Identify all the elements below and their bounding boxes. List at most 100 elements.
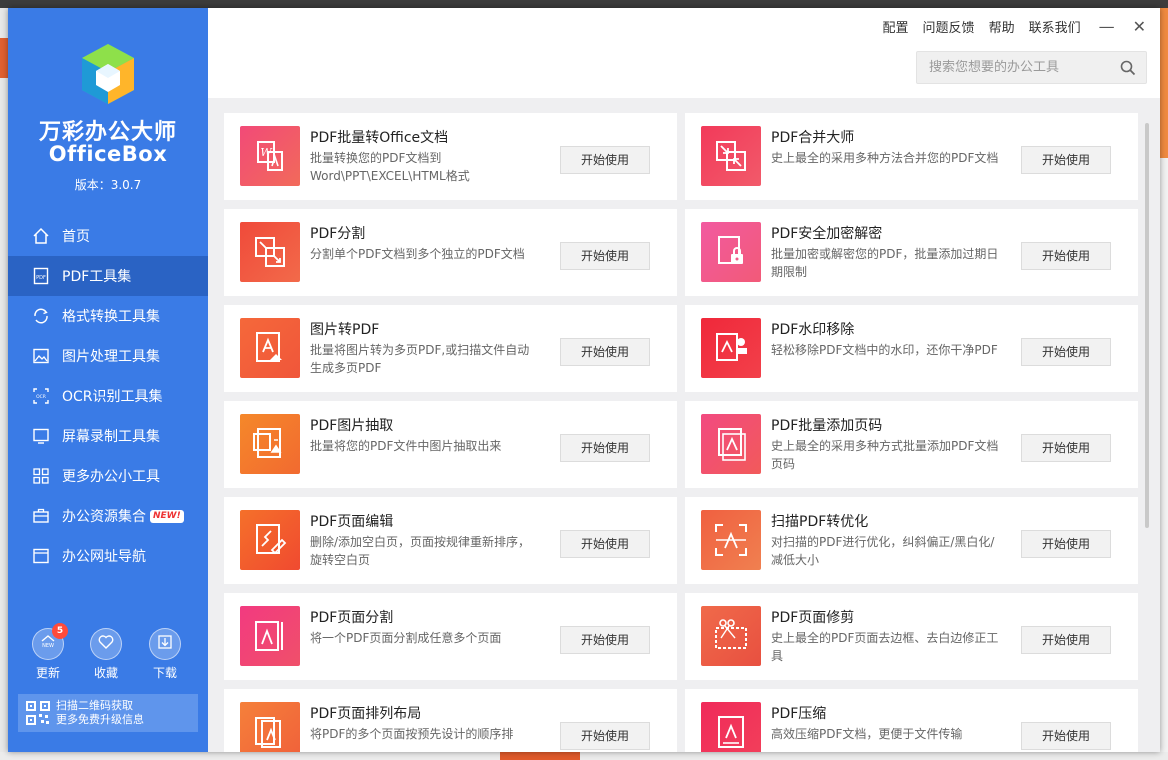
image-icon [32,347,50,365]
tool-description: 史上最全的PDF页面去边框、去白边修正工具 [771,631,999,663]
tool-card[interactable]: PDF压缩高效压缩PDF文档，更便于文件传输 开始使用 [685,689,1138,752]
tool-card[interactable]: PDF页面排列布局 将PDF的多个页面按预先设计的顺序排 开始使用 [224,689,677,752]
tool-description: 删除/添加空白页，页面按规律重新排序，旋转空白页 [310,535,531,567]
search-icon[interactable] [1120,60,1136,76]
officebox-window: 万彩办公大师 OfficeBox 版本：3.0.7 首页 PDF PDF工具集 … [8,8,1160,752]
close-button[interactable]: ✕ [1133,17,1146,36]
start-button[interactable]: 开始使用 [1021,722,1111,750]
tool-description: 高效压缩PDF文档，更便于文件传输 [771,727,963,741]
grid-icon [32,467,50,485]
qr-code-icon [26,701,50,725]
tool-description: 将一个PDF页面分割成任意多个页面 [310,631,502,645]
tool-card[interactable]: PDF页面编辑删除/添加空白页，页面按规律重新排序，旋转空白页 开始使用 [224,497,677,584]
start-button[interactable]: 开始使用 [560,626,650,654]
tool-card[interactable]: PDF合并大师 史上最全的采用多种方法合并您的PDF文档 开始使用 [685,113,1138,200]
tool-title: PDF压缩 [771,706,827,722]
convert-icon [32,307,50,325]
start-button[interactable]: 开始使用 [560,242,650,270]
tool-description: 轻松移除PDF文档中的水印，还你干净PDF [771,343,998,357]
tool-description: 批量将图片转为多页PDF,或扫描文件自动生成多页PDF [310,343,530,375]
browser-background [0,0,1168,8]
start-button[interactable]: 开始使用 [560,722,650,750]
svg-text:OCR: OCR [36,394,46,400]
tool-title: PDF分割 [310,226,366,242]
tool-description: 史上最全的采用多种方法合并您的PDF文档 [771,151,999,165]
tool-card[interactable]: PDF页面分割将一个PDF页面分割成任意多个页面 开始使用 [224,593,677,680]
tool-card[interactable]: PDF安全加密解密 批量加密或解密您的PDF，批量添加过期日期限制 开始使用 [685,209,1138,296]
tool-card[interactable]: PDF分割 分割单个PDF文档到多个独立的PDF文档 开始使用 [224,209,677,296]
sidebar-item-label: 格式转换工具集 [62,309,160,325]
sidebar-item-image-tools[interactable]: 图片处理工具集 [8,336,208,376]
sidebar-item-more-tools[interactable]: 更多办公小工具 [8,456,208,496]
search-input[interactable] [929,52,1114,83]
heart-icon [97,633,115,655]
tool-card[interactable]: PDF图片抽取 批量将您的PDF文件中图片抽取出来 开始使用 [224,401,677,488]
svg-text:PDF: PDF [36,275,46,281]
minimize-button[interactable]: — [1099,17,1115,36]
start-button[interactable]: 开始使用 [560,338,650,366]
start-button[interactable]: 开始使用 [560,434,650,462]
tool-title: PDF安全加密解密 [771,226,883,242]
tool-icon [701,606,761,666]
sidebar-item-label: 更多办公小工具 [62,469,160,485]
tool-title: PDF页面分割 [310,610,394,626]
start-button[interactable]: 开始使用 [1021,146,1111,174]
sidebar-item-format-convert[interactable]: 格式转换工具集 [8,296,208,336]
update-button[interactable]: NEW 5 更新 [30,623,68,681]
scrollbar[interactable] [1145,123,1149,528]
start-button[interactable]: 开始使用 [1021,434,1111,462]
tool-title: PDF水印移除 [771,322,855,338]
tool-description: 批量转换您的PDF文档到Word\PPT\EXCEL\HTML格式 [310,151,470,183]
sidebar-item-home[interactable]: 首页 [8,216,208,256]
download-label: 下载 [152,666,177,680]
start-button[interactable]: 开始使用 [560,530,650,558]
sidebar-item-label: 首页 [62,229,90,245]
tool-title: PDF页面编辑 [310,514,394,530]
screen-icon [32,427,50,445]
tool-icon: W [240,126,300,186]
tool-card[interactable]: W PDF批量转Office文档批量转换您的PDF文档到Word\PPT\EXCE… [224,113,677,200]
background-page-left [0,8,8,760]
start-button[interactable]: 开始使用 [1021,530,1111,558]
sidebar-item-screen-record[interactable]: 屏幕录制工具集 [8,416,208,456]
tool-card[interactable]: PDF批量添加页码 史上最全的采用多种方式批量添加PDF文档页码 开始使用 [685,401,1138,488]
tool-title: PDF图片抽取 [310,418,394,434]
start-button[interactable]: 开始使用 [560,146,650,174]
sidebar-item-resources[interactable]: 办公资源集合 NEW! [8,496,208,536]
tool-card[interactable]: PDF水印移除轻松移除PDF文档中的水印，还你干净PDF 开始使用 [685,305,1138,392]
tool-icon [240,414,300,474]
start-button[interactable]: 开始使用 [1021,338,1111,366]
menu-feedback[interactable]: 问题反馈 [923,17,975,36]
favorites-button[interactable]: 收藏 [88,628,124,681]
tool-title: 图片转PDF [310,322,380,338]
menu-contact[interactable]: 联系我们 [1029,17,1081,36]
home-icon [32,227,50,245]
tool-card[interactable]: PDF页面修剪史上最全的PDF页面去边框、去白边修正工具 开始使用 [685,593,1138,680]
tool-title: PDF批量添加页码 [771,418,883,434]
sidebar-item-pdf-tools[interactable]: PDF PDF工具集 [8,256,208,296]
tool-card[interactable]: 图片转PDF 批量将图片转为多页PDF,或扫描文件自动生成多页PDF 开始使用 [224,305,677,392]
qr-promo[interactable]: 扫描二维码获取 更多免费升级信息 [18,694,198,732]
tool-card[interactable]: 扫描PDF转优化对扫描的PDF进行优化，纠斜偏正/黑白化/减低大小 开始使用 [685,497,1138,584]
top-bar: 配置 问题反馈 帮助 联系我们 — ✕ [208,8,1160,98]
tool-icon [240,222,300,282]
tool-title: PDF批量转Office文档 [310,130,449,146]
svg-text:NEW: NEW [42,643,54,649]
quick-actions: NEW 5 更新 收藏 下载 [22,623,202,681]
tool-icon [240,318,300,378]
app-logo [80,42,136,106]
menu-help[interactable]: 帮助 [989,17,1015,36]
sidebar-item-ocr-tools[interactable]: OCR OCR识别工具集 [8,376,208,416]
start-button[interactable]: 开始使用 [1021,242,1111,270]
tool-title: 扫描PDF转优化 [771,514,869,530]
sidebar-item-web-nav[interactable]: 办公网址导航 [8,536,208,576]
pdf-icon: PDF [32,267,50,285]
tool-description: 对扫描的PDF进行优化，纠斜偏正/黑白化/减低大小 [771,535,995,567]
sidebar-item-label: PDF工具集 [62,269,132,285]
tool-title: PDF页面排列布局 [310,706,422,722]
start-button[interactable]: 开始使用 [1021,626,1111,654]
menu-settings[interactable]: 配置 [883,17,909,36]
sidebar-item-label: OCR识别工具集 [62,389,163,405]
tool-title: PDF页面修剪 [771,610,855,626]
download-button[interactable]: 下载 [147,628,183,681]
